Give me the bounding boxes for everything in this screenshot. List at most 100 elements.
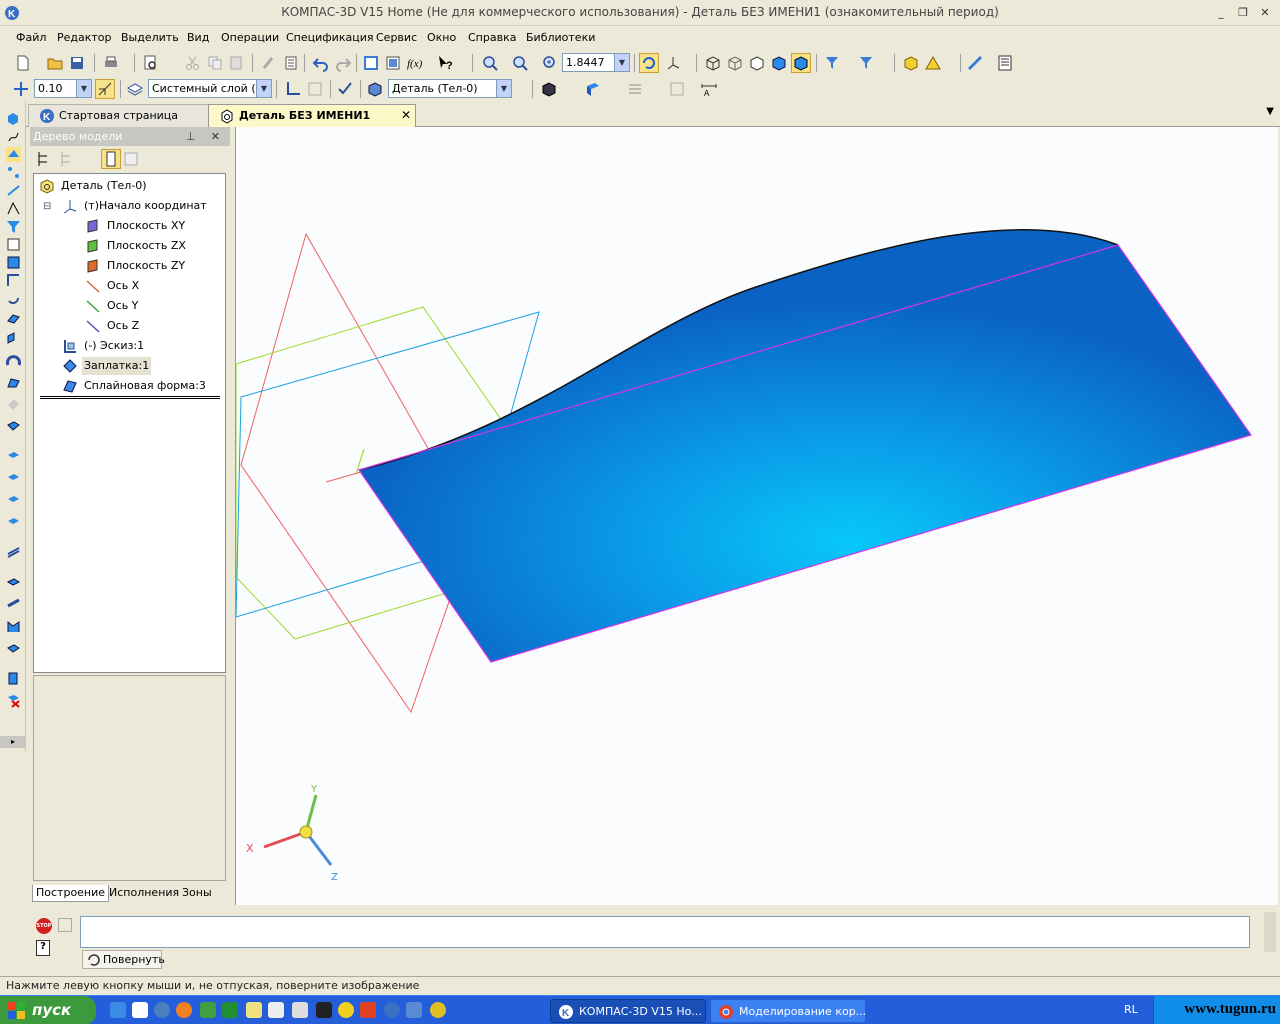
close-window-button[interactable]: ✕ bbox=[1256, 5, 1274, 21]
paint-icon[interactable] bbox=[292, 1002, 308, 1018]
extend-surface-icon[interactable] bbox=[6, 545, 21, 560]
sketch-edit-icon[interactable] bbox=[306, 80, 324, 98]
shaded-edges-icon[interactable] bbox=[791, 53, 811, 73]
tab-part-document[interactable]: Деталь БЕЗ ИМЕНИ1 ✕ bbox=[208, 104, 416, 127]
menu-specification[interactable]: Спецификация bbox=[286, 31, 373, 44]
diagnostic-icon[interactable] bbox=[6, 291, 21, 306]
tab-variants[interactable]: Исполнения bbox=[106, 885, 182, 902]
tab-start-page[interactable]: K Стартовая страница bbox=[28, 104, 218, 127]
format-painter-icon[interactable] bbox=[260, 54, 278, 72]
menu-libraries[interactable]: Библиотеки bbox=[526, 31, 595, 44]
app-icon[interactable] bbox=[316, 1002, 332, 1018]
zoom-combo[interactable]: 1.8447 ▼ bbox=[562, 53, 630, 72]
hidden-lines-icon[interactable] bbox=[726, 54, 744, 72]
filter-icon[interactable] bbox=[6, 219, 21, 234]
start-button[interactable]: пуск bbox=[0, 996, 96, 1024]
menu-window[interactable]: Окно bbox=[427, 31, 456, 44]
viewer-icon[interactable] bbox=[406, 1002, 422, 1018]
open-folder-icon[interactable] bbox=[46, 54, 64, 72]
task-browser[interactable]: Моделирование кор... bbox=[710, 999, 866, 1023]
extrude-surface-icon[interactable] bbox=[6, 311, 21, 326]
color-icon[interactable] bbox=[584, 80, 602, 98]
thicken-icon[interactable] bbox=[6, 671, 21, 686]
tree-header-controls[interactable]: ⊥ ✕ bbox=[186, 127, 226, 146]
panel-scroll[interactable] bbox=[1264, 912, 1276, 952]
chevron-down-icon[interactable]: ▼ bbox=[76, 80, 91, 97]
tab-list-icon[interactable]: ▼ bbox=[1266, 106, 1274, 117]
zoom-fit-icon[interactable] bbox=[511, 54, 529, 72]
hidden-lines-thin-icon[interactable] bbox=[748, 54, 766, 72]
loft-surface-icon[interactable] bbox=[6, 375, 21, 390]
spline-surface[interactable] bbox=[359, 229, 1251, 662]
close-tab-icon[interactable]: ✕ bbox=[401, 105, 411, 126]
mesh-surface-icon[interactable] bbox=[6, 471, 21, 486]
specification-icon[interactable] bbox=[6, 237, 21, 252]
green-tool-icon[interactable] bbox=[222, 1002, 238, 1018]
ie-icon[interactable] bbox=[110, 1002, 126, 1018]
calculate-icon[interactable] bbox=[996, 54, 1014, 72]
redo-icon[interactable] bbox=[334, 54, 352, 72]
snap-icon[interactable] bbox=[12, 80, 30, 98]
tree-properties-icon[interactable] bbox=[122, 150, 140, 168]
restore-button[interactable]: ❐ bbox=[1234, 5, 1252, 21]
quicklaunch-icon[interactable] bbox=[154, 1002, 170, 1018]
ortho-mode-icon[interactable] bbox=[95, 79, 115, 99]
paste-icon[interactable] bbox=[228, 54, 246, 72]
report-icon[interactable] bbox=[6, 255, 21, 270]
model-manager-icon[interactable] bbox=[362, 54, 380, 72]
fillet-surface-icon[interactable] bbox=[6, 641, 21, 656]
menu-service[interactable]: Сервис bbox=[376, 31, 417, 44]
new-document-icon[interactable] bbox=[14, 54, 32, 72]
patch-icon[interactable] bbox=[6, 397, 21, 412]
chevron-down-icon[interactable]: ▼ bbox=[496, 80, 511, 97]
cut-icon[interactable] bbox=[184, 54, 202, 72]
chrome-quick-icon[interactable] bbox=[430, 1002, 446, 1018]
filter-select-icon[interactable] bbox=[824, 54, 842, 72]
library-icon[interactable] bbox=[384, 54, 402, 72]
menu-operations[interactable]: Операции bbox=[221, 31, 279, 44]
section-icon[interactable] bbox=[668, 80, 686, 98]
context-help-icon[interactable]: ? bbox=[436, 54, 454, 72]
tree-view-toggle-icon[interactable] bbox=[101, 149, 121, 169]
task-kompas[interactable]: K КОМПАС-3D V15 Ho... bbox=[550, 999, 706, 1023]
part-edit-icon[interactable] bbox=[6, 111, 21, 126]
firefox-icon[interactable] bbox=[176, 1002, 192, 1018]
select-element-icon[interactable] bbox=[858, 54, 876, 72]
model-viewport[interactable]: Y X Z bbox=[235, 127, 1278, 905]
nero-icon[interactable] bbox=[338, 1002, 354, 1018]
points-icon[interactable] bbox=[6, 165, 21, 180]
cube-yellow-icon[interactable] bbox=[902, 54, 920, 72]
shaded-icon[interactable] bbox=[770, 54, 788, 72]
offset-surface-icon[interactable] bbox=[6, 449, 21, 464]
body-icon[interactable] bbox=[366, 80, 384, 98]
delete-faces-icon[interactable] bbox=[6, 693, 21, 708]
join-surface-icon[interactable] bbox=[6, 597, 21, 612]
spline-surface-icon[interactable] bbox=[6, 419, 21, 434]
orientation-icon[interactable] bbox=[664, 54, 682, 72]
language-indicator[interactable]: RL bbox=[1124, 1003, 1138, 1016]
minimize-button[interactable]: _ bbox=[1212, 5, 1230, 21]
expand-strip-icon[interactable]: ▸ bbox=[0, 736, 26, 748]
rotate-icon[interactable] bbox=[639, 53, 659, 73]
rotate-surface-icon[interactable] bbox=[6, 331, 21, 346]
undo-icon[interactable] bbox=[312, 54, 330, 72]
burn-icon[interactable] bbox=[360, 1002, 376, 1018]
help-button[interactable]: ? bbox=[36, 940, 50, 956]
tab-zones[interactable]: Зоны bbox=[179, 885, 215, 902]
check-icon[interactable] bbox=[336, 80, 354, 98]
menu-select[interactable]: Выделить bbox=[121, 31, 179, 44]
window-icon[interactable] bbox=[268, 1002, 284, 1018]
notepad-icon[interactable] bbox=[246, 1002, 262, 1018]
linear-surface-icon[interactable] bbox=[6, 515, 21, 530]
trim-surface-icon[interactable] bbox=[6, 575, 21, 590]
print-preview-icon[interactable] bbox=[142, 54, 160, 72]
zoom-window-icon[interactable] bbox=[481, 54, 499, 72]
measure-icon[interactable] bbox=[966, 54, 984, 72]
body-combo[interactable]: Деталь (Тел-0) ▼ bbox=[388, 79, 512, 98]
tab-build[interactable]: Построение bbox=[32, 885, 110, 902]
sew-surface-icon[interactable] bbox=[6, 619, 21, 634]
copy-icon[interactable] bbox=[206, 54, 224, 72]
step-combo[interactable]: 0.10 ▼ bbox=[34, 79, 92, 98]
media-player-icon[interactable] bbox=[132, 1002, 148, 1018]
dimension-icon[interactable]: A bbox=[700, 80, 718, 98]
